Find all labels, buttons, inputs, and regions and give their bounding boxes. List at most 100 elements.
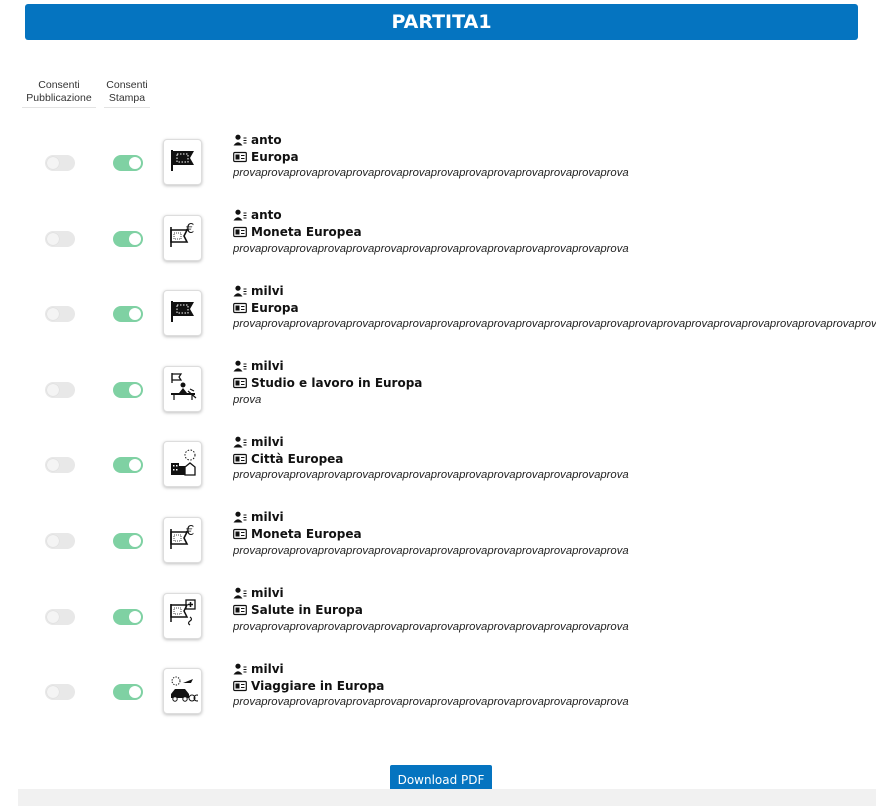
- card-info: anto Moneta Europea provaprovaprovaprovapr…: [233, 207, 876, 258]
- toggle-knob: [47, 686, 59, 699]
- card-image: [163, 441, 202, 488]
- user-line: milvi: [233, 585, 876, 602]
- print-toggle[interactable]: [113, 230, 143, 247]
- card-line: Salute in Europa: [233, 602, 876, 619]
- toggle-knob: [47, 610, 59, 623]
- card-name: Studio e lavoro in Europa: [251, 376, 423, 391]
- card-line: Studio e lavoro in Europa: [233, 375, 876, 392]
- card-line: Viaggiare in Europa: [233, 677, 876, 694]
- print-toggle[interactable]: [113, 608, 143, 625]
- user-icon: [233, 436, 247, 448]
- card-image: €: [163, 214, 202, 261]
- card-row: milvi Città Europea provaprovaprovaprovapr…: [0, 430, 876, 506]
- user-name: milvi: [251, 359, 284, 374]
- card-name: Moneta Europea: [251, 527, 362, 542]
- user-line: milvi: [233, 282, 876, 299]
- publication-toggle[interactable]: [45, 457, 75, 474]
- publication-toggle[interactable]: [45, 608, 75, 625]
- print-toggle[interactable]: [113, 155, 143, 171]
- card-icon: [233, 453, 247, 464]
- card-row: milvi Studio e lavoro in Europa prova: [0, 355, 876, 431]
- user-name: milvi: [251, 586, 284, 601]
- column-header-print-line2: Stampa: [108, 92, 146, 104]
- user-icon: [233, 663, 247, 675]
- user-line: milvi: [233, 358, 876, 375]
- card-description: provaprovaprovaprovaprovaprovaprovaprova…: [233, 620, 629, 633]
- card-row: milvi Europa provaprovaprovaprovaprovaprov…: [0, 279, 876, 355]
- column-header-publication: Consenti Pubblicazione: [22, 79, 96, 108]
- card-line: Città Europea: [233, 450, 876, 467]
- user-icon: [233, 512, 247, 523]
- toggle-knob: [129, 610, 141, 623]
- column-header-publication-line1: Consenti: [38, 79, 80, 91]
- card-image: [163, 668, 202, 715]
- column-header-print: Consenti Stampa: [104, 79, 150, 108]
- user-line: anto: [233, 131, 876, 148]
- study-work-icon: [168, 371, 198, 406]
- user-name: anto: [251, 208, 282, 223]
- card-info: milvi Viaggiare in Europa provaprovaprovap…: [233, 660, 876, 711]
- column-header-publication-line2: Pubblicazione: [26, 92, 92, 104]
- card-row: € anto Moneta Europea provaprovaprovaprovap…: [0, 204, 876, 280]
- user-name: milvi: [251, 510, 284, 525]
- publication-toggle[interactable]: [45, 381, 75, 398]
- publication-toggle[interactable]: [45, 532, 75, 549]
- card-description: provaprovaprovaprovaprovaprovaprovaprova…: [233, 318, 876, 331]
- card-info: milvi Salute in Europa provaprovaprovaprov…: [233, 585, 876, 636]
- card-image: [163, 290, 202, 337]
- card-image: [163, 139, 202, 185]
- card-description: prova: [233, 393, 262, 406]
- card-row: milvi Viaggiare in Europa provaprovaprovap…: [0, 657, 876, 733]
- print-toggle[interactable]: [113, 532, 143, 549]
- card-line: Moneta Europea: [233, 224, 876, 241]
- toggle-knob: [129, 459, 141, 472]
- card-info: milvi Studio e lavoro in Europa prova: [233, 358, 876, 409]
- user-line: milvi: [233, 433, 876, 450]
- card-name: Moneta Europea: [251, 225, 362, 240]
- toggle-knob: [47, 157, 59, 169]
- card-description: provaprovaprovaprovaprovaprovaprovaprova…: [233, 469, 629, 482]
- card-info: milvi Moneta Europea provaprovaprovaprovap…: [233, 509, 876, 560]
- user-line: milvi: [233, 660, 876, 677]
- print-toggle[interactable]: [113, 381, 143, 398]
- publication-toggle[interactable]: [45, 230, 75, 247]
- publication-toggle[interactable]: [45, 306, 75, 323]
- svg-text:€: €: [186, 524, 194, 539]
- publication-toggle[interactable]: [45, 684, 75, 701]
- card-image: [163, 592, 202, 639]
- card-icon: [233, 302, 247, 313]
- user-line: milvi: [233, 509, 876, 526]
- card-icon: [233, 604, 247, 616]
- publication-toggle[interactable]: [45, 155, 75, 171]
- user-icon: [233, 285, 247, 297]
- card-icon: [233, 680, 247, 691]
- user-icon: [233, 209, 247, 221]
- user-icon: [233, 134, 247, 145]
- card-icon: [233, 226, 247, 238]
- user-line: anto: [233, 207, 876, 224]
- card-description: provaprovaprovaprovaprovaprovaprovaprova…: [233, 242, 629, 255]
- card-name: Europa: [251, 300, 299, 315]
- user-name: anto: [251, 132, 282, 147]
- toggle-knob: [129, 686, 141, 699]
- print-toggle[interactable]: [113, 306, 143, 323]
- toggle-knob: [129, 232, 141, 245]
- user-icon: [233, 587, 247, 599]
- card-row: milvi Salute in Europa provaprovaprovaprov…: [0, 582, 876, 658]
- european-city-icon: [168, 447, 198, 482]
- footer-bar: [18, 789, 876, 806]
- card-icon: [233, 151, 247, 162]
- card-line: Europa: [233, 299, 876, 316]
- user-name: milvi: [251, 661, 284, 676]
- euro-currency-icon: €: [168, 222, 198, 253]
- card-name: Salute in Europa: [251, 603, 363, 618]
- toggle-knob: [47, 232, 59, 245]
- user-icon: [233, 360, 247, 372]
- europe-flag-icon: [169, 299, 197, 328]
- card-row: € milvi Moneta Europea provaprovaprovaprova…: [0, 506, 876, 582]
- svg-text:€: €: [186, 222, 194, 237]
- toggle-knob: [47, 383, 59, 396]
- card-image: [163, 365, 202, 412]
- print-toggle[interactable]: [113, 684, 143, 701]
- print-toggle[interactable]: [113, 457, 143, 474]
